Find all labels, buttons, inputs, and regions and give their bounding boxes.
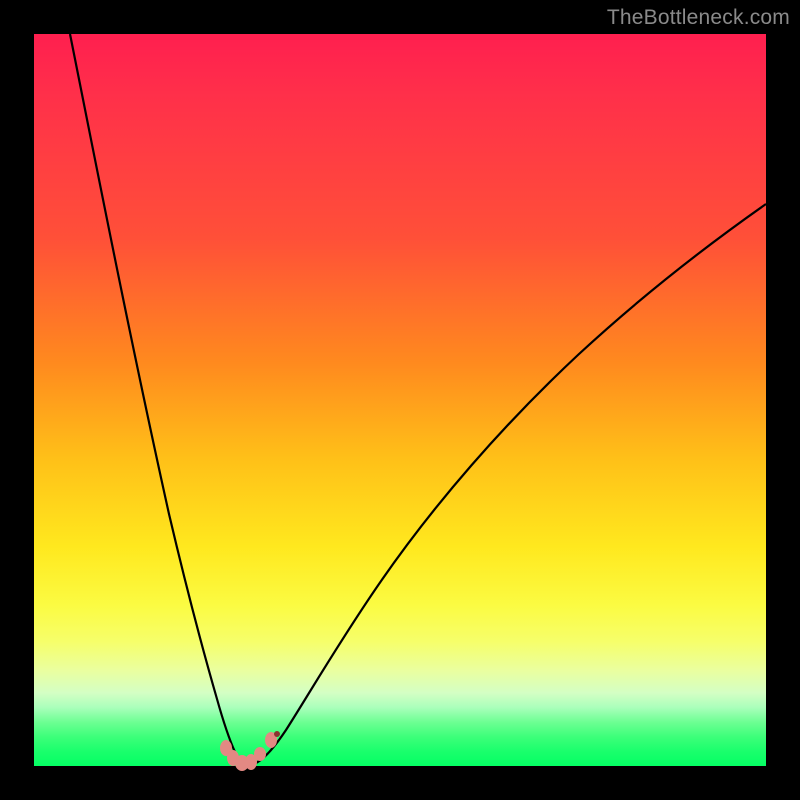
bottleneck-curve — [34, 34, 766, 766]
curve-right-branch — [244, 204, 766, 765]
watermark-text: TheBottleneck.com — [607, 6, 790, 30]
curve-left-branch — [70, 34, 244, 764]
